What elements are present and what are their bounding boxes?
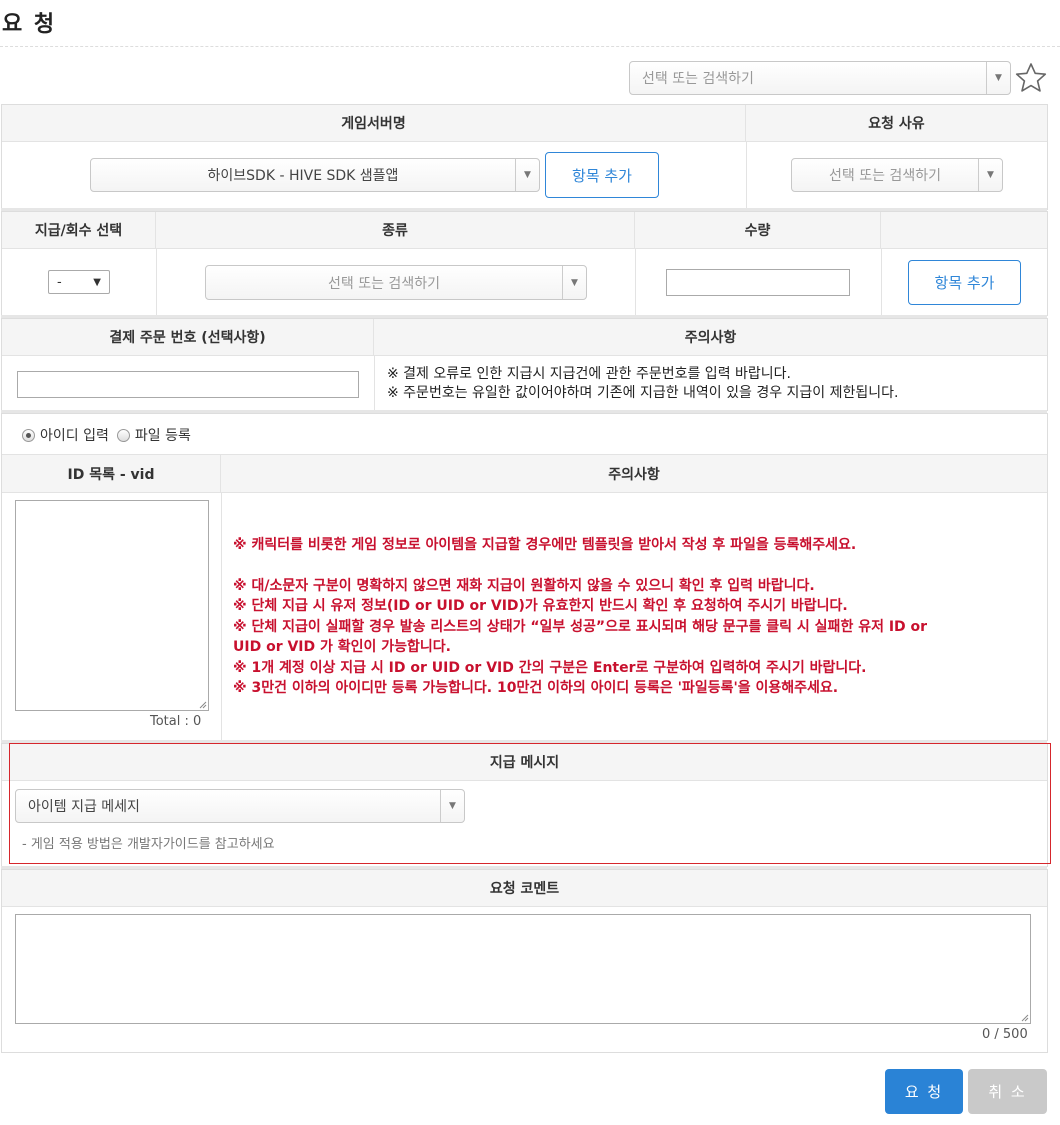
- radio-id-input[interactable]: [22, 428, 35, 442]
- add-item-button[interactable]: 항목 추가: [908, 260, 1021, 305]
- id-notice-3: ※ 단체 지급 시 유저 정보(ID or UID or VID)가 유효한지 …: [233, 598, 848, 614]
- radio-file-upload[interactable]: [116, 428, 130, 442]
- title-divider: [0, 46, 1060, 47]
- empty-header: [881, 212, 1047, 249]
- chevron-down-icon: ▼: [986, 62, 1010, 94]
- message-section-highlight: [9, 743, 1051, 864]
- id-total-count: Total : 0: [150, 714, 202, 729]
- id-notice-6: ※ 1개 계정 이상 지급 시 ID or UID or VID 간의 구분은 …: [233, 660, 867, 676]
- resize-grip-icon[interactable]: [1019, 1012, 1029, 1022]
- input-mode-radios: 아이디 입력 파일 등록: [22, 425, 199, 445]
- reason-select-placeholder: 선택 또는 검색하기: [829, 168, 941, 184]
- order-notice-line-1: ※ 결제 오류로 인한 지급시 지급건에 관한 주문번호를 입력 바랍니다.: [387, 366, 791, 382]
- id-notice-4: ※ 단체 지급이 실패할 경우 발송 리스트의 상태가 “일부 성공”으로 표시…: [233, 619, 928, 635]
- add-server-button[interactable]: 항목 추가: [545, 152, 659, 198]
- comment-counter: 0 / 500: [982, 1027, 1028, 1042]
- server-header: 게임서버명: [2, 105, 746, 142]
- id-notice-7: ※ 3만건 이하의 아이디만 등록 가능합니다. 10만건 이하의 아이디 등록…: [233, 680, 839, 696]
- resize-grip-icon[interactable]: [197, 699, 207, 709]
- top-search-select[interactable]: 선택 또는 검색하기 ▼: [629, 61, 1011, 95]
- radio-id-input-label[interactable]: 아이디 입력: [40, 425, 109, 445]
- id-notice-header: 주의사항: [221, 455, 1047, 493]
- page-title: 요 청: [2, 12, 57, 37]
- server-section: 게임서버명 요청 사유 하이브SDK - HIVE SDK 샘플앱 ▼ 항목 추…: [1, 104, 1048, 210]
- id-list-header: ID 목록 - vid: [2, 455, 221, 493]
- id-notice-2: ※ 대/소문자 구분이 명확하지 않으면 재화 지급이 원활하지 않을 수 있으…: [233, 578, 815, 594]
- favorite-star-icon[interactable]: [1015, 62, 1047, 94]
- server-select[interactable]: 하이브SDK - HIVE SDK 샘플앱 ▼: [90, 158, 540, 192]
- comment-header: 요청 코멘트: [2, 870, 1047, 907]
- order-notice-header: 주의사항: [374, 319, 1047, 356]
- type-select-placeholder: 선택 또는 검색하기: [328, 275, 440, 292]
- qty-header: 수량: [635, 212, 881, 249]
- request-button[interactable]: 요 청: [885, 1069, 963, 1114]
- comment-textarea[interactable]: [15, 914, 1031, 1024]
- pay-header: 지급/회수 선택: [2, 212, 156, 249]
- id-notice-1: ※ 캐릭터를 비롯한 게임 정보로 아이템을 지급할 경우에만 템플릿을 받아서…: [233, 537, 857, 553]
- radio-file-upload-label[interactable]: 파일 등록: [135, 425, 191, 445]
- chevron-down-icon: ▼: [978, 159, 1002, 191]
- top-search-placeholder: 선택 또는 검색하기: [642, 71, 754, 87]
- type-select[interactable]: 선택 또는 검색하기 ▼: [205, 265, 587, 300]
- order-header: 결제 주문 번호 (선택사항): [2, 319, 374, 356]
- reason-select[interactable]: 선택 또는 검색하기 ▼: [791, 158, 1003, 192]
- order-number-input[interactable]: [17, 371, 359, 398]
- item-section: 지급/회수 선택 종류 수량 선택 또는 검색하기 ▼ 항목 추가: [1, 211, 1048, 316]
- pay-type-value: -: [57, 274, 62, 290]
- pay-type-select[interactable]: - ▼: [48, 270, 110, 294]
- id-list-textarea[interactable]: [15, 500, 209, 711]
- type-header: 종류: [156, 212, 635, 249]
- reason-header: 요청 사유: [746, 105, 1047, 142]
- chevron-down-icon: ▼: [562, 266, 586, 299]
- caret-down-icon: ▼: [93, 276, 101, 288]
- chevron-down-icon: ▼: [515, 159, 539, 191]
- id-notice-5: UID or VID 가 확인이 가능합니다.: [233, 639, 451, 655]
- quantity-input[interactable]: [666, 269, 850, 296]
- cancel-button[interactable]: 취 소: [968, 1069, 1047, 1114]
- order-notice-line-2: ※ 주문번호는 유일한 값이어야하며 기존에 지급한 내역이 있을 경우 지급이…: [387, 385, 899, 401]
- server-select-value: 하이브SDK - HIVE SDK 샘플앱: [207, 168, 399, 184]
